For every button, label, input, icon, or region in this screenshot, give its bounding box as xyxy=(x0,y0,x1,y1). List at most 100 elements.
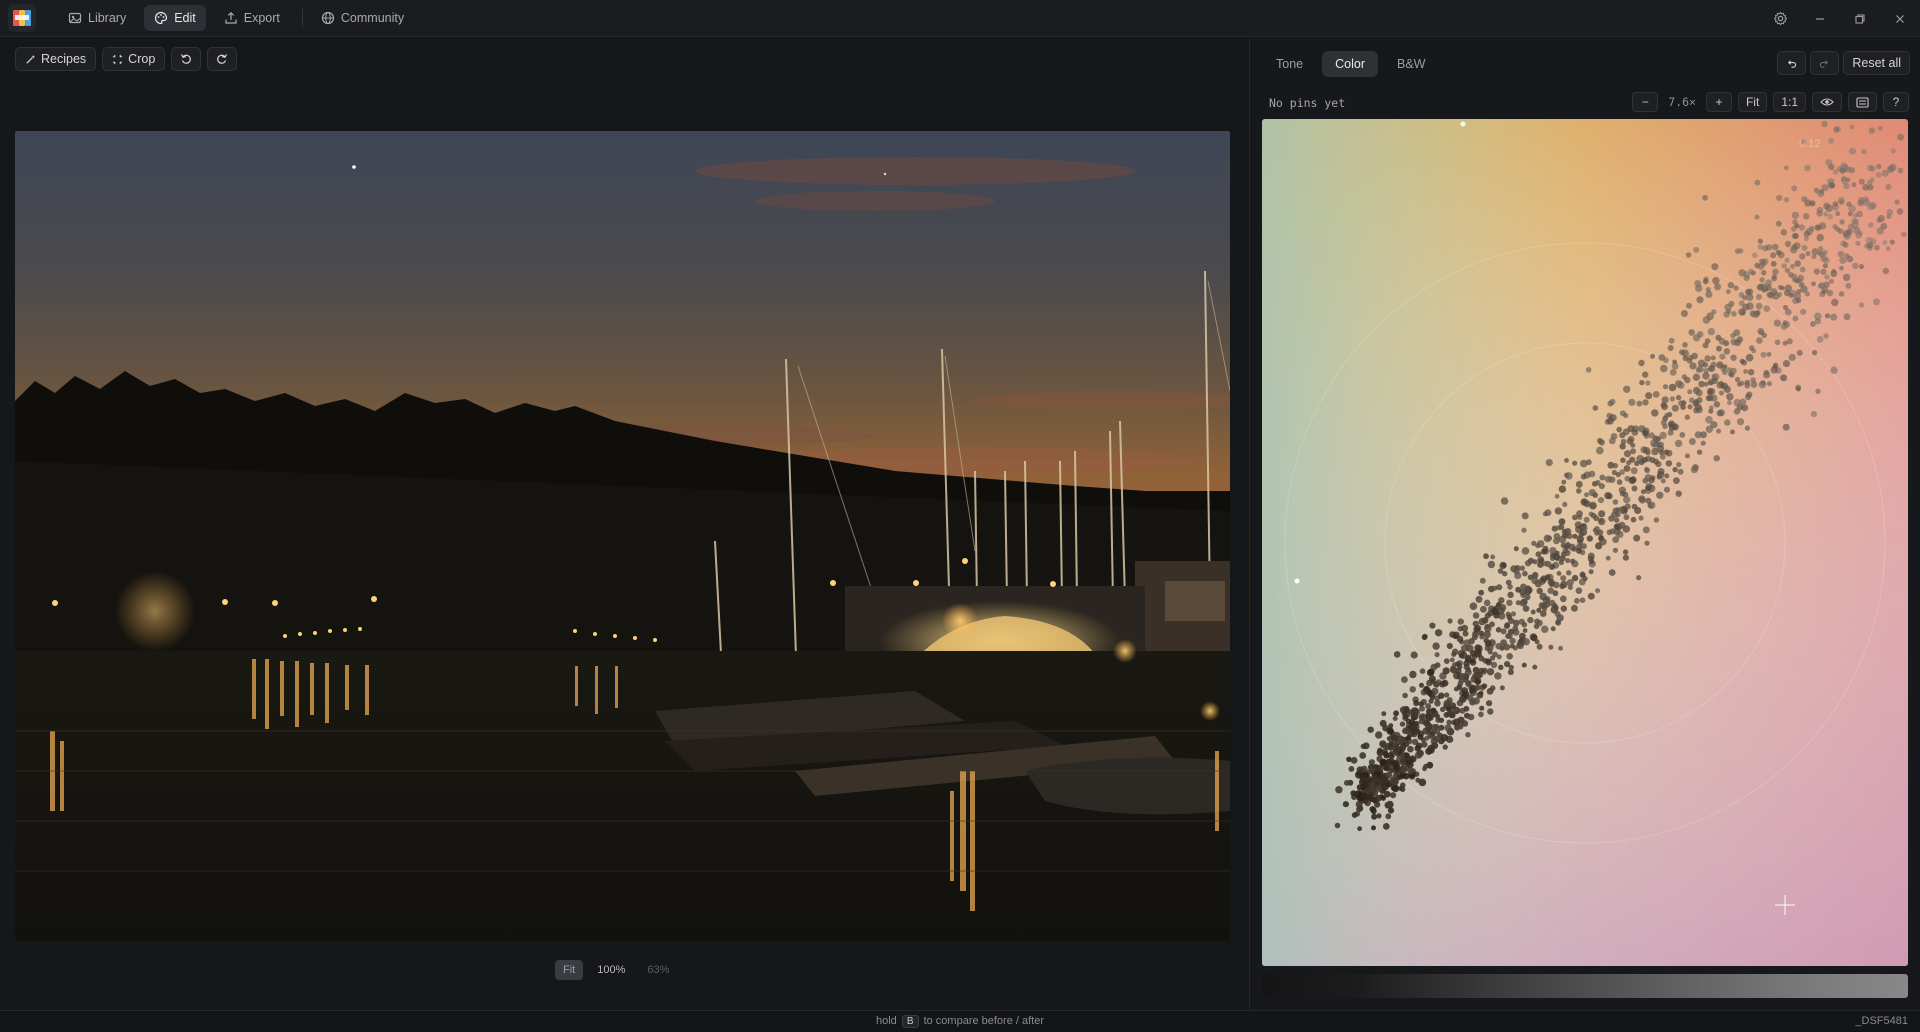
scope-point xyxy=(1882,240,1888,245)
panel-divider[interactable] xyxy=(1249,38,1250,1010)
nav-export[interactable]: Export xyxy=(214,5,290,31)
scope-point xyxy=(1825,204,1833,213)
scope-point xyxy=(1733,329,1741,337)
undo-icon xyxy=(1788,59,1797,68)
rotate-left-button[interactable] xyxy=(171,47,202,71)
scope-point xyxy=(1612,462,1619,469)
scope-point xyxy=(1736,336,1744,343)
scope-point xyxy=(1484,623,1491,630)
scope-point xyxy=(1711,373,1717,379)
scope-point xyxy=(1693,407,1700,414)
redo-button[interactable] xyxy=(1810,51,1840,75)
scope-point xyxy=(1671,404,1679,412)
scope-point xyxy=(1522,605,1529,612)
adjustment-panel: Tone Color B&W Reset all No pins yet − 7… xyxy=(1251,38,1920,1010)
scope-1to1-button[interactable]: 1:1 xyxy=(1773,92,1806,112)
photo-canvas[interactable] xyxy=(15,131,1230,941)
restore-button[interactable] xyxy=(1840,0,1880,37)
scope-point xyxy=(1540,548,1547,555)
scope-point xyxy=(1660,401,1667,408)
scope-point xyxy=(1560,595,1567,603)
scope-point xyxy=(1709,405,1714,411)
scope-point xyxy=(1837,196,1845,205)
scope-zoom-out-button[interactable]: − xyxy=(1632,92,1659,112)
scope-point xyxy=(1409,670,1417,679)
close-button[interactable] xyxy=(1880,0,1920,37)
scope-point xyxy=(1885,246,1891,252)
zoom-100-button[interactable]: 100% xyxy=(589,960,633,980)
nav-community[interactable]: Community xyxy=(311,5,414,31)
scope-point xyxy=(1716,345,1722,352)
scope-point xyxy=(1876,163,1882,170)
scope-point xyxy=(1631,503,1638,510)
scope-point xyxy=(1474,684,1481,691)
app-logo-icon[interactable] xyxy=(8,4,36,32)
scope-point xyxy=(1842,242,1849,248)
scope-point xyxy=(1726,400,1732,406)
app-window: Library Edit Export Community Recipes Cr… xyxy=(0,0,1920,1032)
scope-point xyxy=(1619,432,1626,439)
tab-color[interactable]: Color xyxy=(1322,51,1378,77)
scope-point xyxy=(1824,313,1831,319)
scope-point xyxy=(1374,784,1382,792)
scope-point xyxy=(1392,785,1400,793)
scope-point xyxy=(1707,389,1713,396)
tab-bw[interactable]: B&W xyxy=(1384,51,1438,77)
scope-point xyxy=(1691,352,1698,360)
crop-button[interactable]: Crop xyxy=(102,47,166,71)
rotate-right-button[interactable] xyxy=(207,47,238,71)
scope-point xyxy=(1894,199,1900,205)
nav-library[interactable]: Library xyxy=(58,5,136,31)
scope-point xyxy=(1693,246,1700,253)
scope-point xyxy=(1565,558,1571,564)
tab-tone[interactable]: Tone xyxy=(1263,51,1316,77)
recipes-button[interactable]: Recipes xyxy=(15,47,97,71)
scope-point xyxy=(1496,584,1503,591)
scope-point xyxy=(1384,765,1390,771)
scope-point xyxy=(1830,313,1838,321)
scope-point xyxy=(1698,380,1705,388)
preview-toggle-button[interactable] xyxy=(1812,92,1842,112)
scope-point xyxy=(1739,398,1747,406)
scope-point xyxy=(1405,756,1414,764)
rotate-right-icon xyxy=(217,54,228,64)
scope-point xyxy=(1469,602,1478,610)
scope-point xyxy=(1730,338,1738,346)
scope-point xyxy=(1506,653,1513,660)
zoom-fit-button[interactable]: Fit xyxy=(555,960,584,980)
redo-icon xyxy=(1820,59,1829,68)
scope-point xyxy=(1659,453,1666,460)
scope-point xyxy=(1644,474,1653,482)
scope-point xyxy=(1688,438,1696,445)
status-bar: hold B to compare before / after _DSF548… xyxy=(0,1010,1920,1032)
scope-point xyxy=(1826,289,1834,297)
scope-point xyxy=(1668,383,1677,392)
scope-point xyxy=(1897,133,1904,141)
nav-edit[interactable]: Edit xyxy=(144,5,206,31)
color-scope[interactable]: 0.12 xyxy=(1262,119,1908,966)
scope-zoom-in-button[interactable]: + xyxy=(1705,92,1732,112)
help-button[interactable]: ? xyxy=(1883,92,1909,112)
scope-point xyxy=(1475,679,1481,685)
scope-point xyxy=(1616,426,1622,433)
scope-point xyxy=(1733,285,1739,291)
scope-point xyxy=(1469,688,1475,694)
scope-point xyxy=(1692,334,1701,342)
scope-point xyxy=(1897,167,1904,174)
minimize-button[interactable] xyxy=(1800,0,1840,37)
scope-point xyxy=(1838,291,1845,297)
scope-point xyxy=(1705,416,1713,424)
display-mode-button[interactable] xyxy=(1848,92,1877,112)
scope-point xyxy=(1384,790,1391,798)
reset-all-button[interactable]: Reset all xyxy=(1843,51,1910,75)
scope-point xyxy=(1708,380,1714,386)
settings-button[interactable] xyxy=(1760,0,1800,37)
undo-button[interactable] xyxy=(1777,51,1807,75)
scope-point xyxy=(1782,320,1788,326)
scope-point xyxy=(1432,642,1440,650)
scope-point xyxy=(1868,222,1874,228)
scope-point xyxy=(1545,459,1553,467)
scope-point xyxy=(1545,560,1552,568)
scope-point xyxy=(1607,400,1614,407)
scope-fit-button[interactable]: Fit xyxy=(1737,92,1768,112)
